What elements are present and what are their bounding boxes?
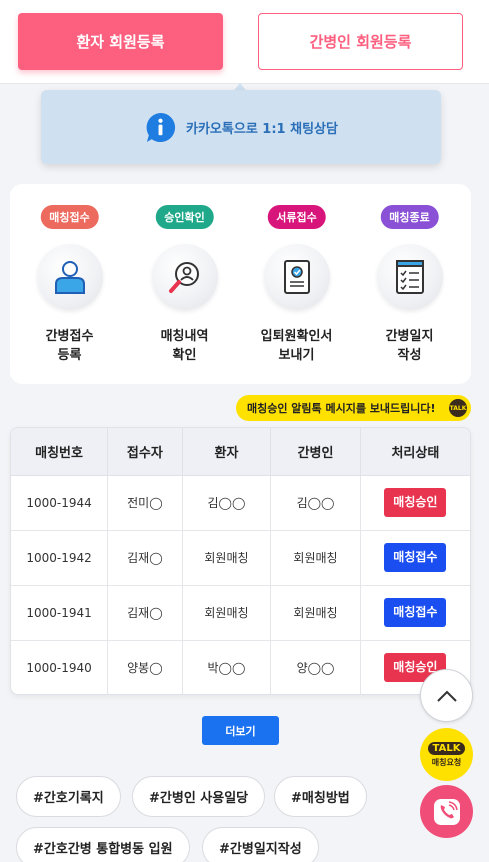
caregiver-name: 김◯◯ xyxy=(270,475,361,531)
patient-name: 박◯◯ xyxy=(182,640,272,694)
call-button[interactable] xyxy=(420,785,473,838)
step-matching-receipt[interactable]: 매칭접수 간병접수 등록 xyxy=(12,184,127,384)
column-header: 처리상태 xyxy=(360,428,470,476)
receiver-name: 김재◯ xyxy=(107,585,183,641)
step-label: 입퇴원확인서 보내기 xyxy=(260,329,333,363)
more-button[interactable]: 더보기 xyxy=(202,716,279,745)
notice-text: 매칭승인 알림톡 메시지를 보내드립니다! xyxy=(247,402,436,415)
scroll-top-button[interactable] xyxy=(420,669,473,722)
patient-name: 회원매칭 xyxy=(182,585,272,641)
phone-icon xyxy=(433,798,460,825)
patient-name: 김◯◯ xyxy=(182,475,272,531)
step-matching-end[interactable]: 매칭종료 간병일지 작성 xyxy=(352,184,467,384)
hashtag-chip[interactable]: #간병일지작성 xyxy=(202,827,319,862)
document-icon xyxy=(263,244,330,310)
magnifier-person-icon xyxy=(151,244,218,310)
hashtag-chip[interactable]: #간병인 사용일당 xyxy=(132,776,266,817)
step-badge: 매칭종료 xyxy=(380,205,439,229)
step-label: 간병일지 작성 xyxy=(385,329,434,363)
column-header: 매칭번호 xyxy=(11,428,109,476)
person-icon xyxy=(36,244,103,310)
kakao-chat-button[interactable]: 카카오톡으로 1:1 채팅상담 xyxy=(41,90,441,164)
info-chat-icon xyxy=(146,112,176,142)
table-row[interactable]: 1000-1944 전미◯ 김◯◯ 김◯◯ 매칭승인 xyxy=(11,475,470,531)
step-badge: 서류접수 xyxy=(267,205,326,229)
checklist-icon xyxy=(376,244,443,310)
step-badge: 매칭접수 xyxy=(40,205,99,229)
matching-table: 매칭번호 접수자 환자 간병인 처리상태 1000-1944 전미◯ 김◯◯ 김… xyxy=(10,427,471,695)
talk-icon: TALK xyxy=(449,399,467,417)
hashtag-chip[interactable]: #간호기록지 xyxy=(16,776,121,817)
kakao-talk-request-button[interactable]: TALK 매칭요청 xyxy=(420,728,473,781)
top-bar: 환자 회원등록 간병인 회원등록 xyxy=(0,0,489,84)
chevron-up-icon xyxy=(436,690,457,702)
status-badge[interactable]: 매칭접수 xyxy=(384,598,447,627)
caregiver-name: 회원매칭 xyxy=(270,585,361,641)
step-label: 간병접수 등록 xyxy=(45,329,94,363)
hashtag-chip[interactable]: #매칭방법 xyxy=(274,776,367,817)
table-row[interactable]: 1000-1942 김재◯ 회원매칭 회원매칭 매칭접수 xyxy=(11,530,470,586)
alimtalk-notice: 매칭승인 알림톡 메시지를 보내드립니다! TALK xyxy=(236,395,471,421)
caregiver-name: 회원매칭 xyxy=(270,530,361,586)
patient-signup-button[interactable]: 환자 회원등록 xyxy=(18,13,223,70)
process-steps-card: 매칭접수 간병접수 등록 승인확인 매칭내역 확인 서류접수 입퇴원확인서 보내… xyxy=(10,184,471,384)
table-row[interactable]: 1000-1940 양봉◯ 박◯◯ 양◯◯ 매칭승인 xyxy=(11,640,470,694)
column-header: 환자 xyxy=(182,428,272,476)
status-badge[interactable]: 매칭승인 xyxy=(384,488,447,517)
kakao-chat-label: 카카오톡으로 1:1 채팅상담 xyxy=(186,121,338,137)
table-row[interactable]: 1000-1941 김재◯ 회원매칭 회원매칭 매칭접수 xyxy=(11,585,470,641)
talk-sublabel: 매칭요청 xyxy=(431,757,462,767)
receiver-name: 양봉◯ xyxy=(107,640,183,694)
receiver-name: 김재◯ xyxy=(107,530,183,586)
step-approval-check[interactable]: 승인확인 매칭내역 확인 xyxy=(127,184,242,384)
column-header: 접수자 xyxy=(107,428,183,476)
step-document-submit[interactable]: 서류접수 입퇴원확인서 보내기 xyxy=(239,184,354,384)
patient-name: 회원매칭 xyxy=(182,530,272,586)
caregiver-signup-button[interactable]: 간병인 회원등록 xyxy=(258,13,463,70)
table-header-row: 매칭번호 접수자 환자 간병인 처리상태 xyxy=(11,428,470,476)
match-number: 1000-1940 xyxy=(11,640,109,694)
step-badge: 승인확인 xyxy=(155,205,214,229)
hashtag-chip[interactable]: #간호간병 통합병동 입원 xyxy=(16,827,190,862)
column-header: 간병인 xyxy=(270,428,361,476)
caregiver-name: 양◯◯ xyxy=(270,640,361,694)
match-number: 1000-1944 xyxy=(11,475,109,531)
receiver-name: 전미◯ xyxy=(107,475,183,531)
match-number: 1000-1942 xyxy=(11,530,109,586)
status-badge[interactable]: 매칭접수 xyxy=(384,543,447,572)
step-label: 매칭내역 확인 xyxy=(160,329,209,363)
talk-label: TALK xyxy=(427,741,466,755)
match-number: 1000-1941 xyxy=(11,585,109,641)
